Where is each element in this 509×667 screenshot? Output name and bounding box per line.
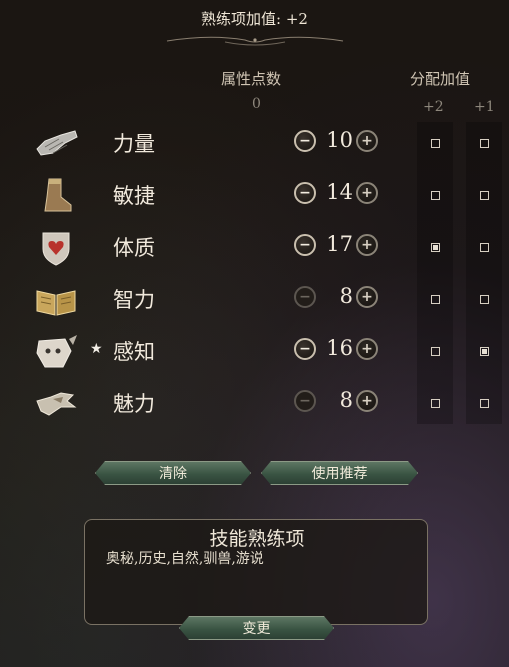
bonus-plus2-checkbox[interactable] xyxy=(431,191,440,200)
attribute-name: 感知 xyxy=(113,340,155,364)
attribute-name: 敏捷 xyxy=(113,184,155,208)
skill-proficiency-title: 技能熟练项 xyxy=(209,528,305,550)
decrease-button[interactable]: − xyxy=(294,390,316,412)
bonus-plus2-checkbox[interactable] xyxy=(431,243,440,252)
ornament-divider-icon xyxy=(166,36,344,46)
boot-icon xyxy=(44,178,72,212)
bonus-plus1-checkbox[interactable] xyxy=(480,191,489,200)
bonus-plus2-checkbox[interactable] xyxy=(431,399,440,408)
primary-attribute-star-icon: ★ xyxy=(90,341,103,357)
bonus-plus1-checkbox[interactable] xyxy=(480,399,489,408)
change-button[interactable]: 变更 xyxy=(179,616,334,640)
increase-button[interactable]: + xyxy=(356,390,378,412)
attribute-value: 17 xyxy=(326,232,353,256)
eye-mask-icon xyxy=(36,335,77,368)
bonus-plus1-checkbox[interactable] xyxy=(480,243,489,252)
attribute-value: 8 xyxy=(339,388,353,412)
attribute-points-value: 0 xyxy=(252,96,261,112)
decrease-button[interactable]: − xyxy=(294,286,316,308)
attribute-points-label: 属性点数 xyxy=(221,70,282,88)
bonus-plus1-checkbox[interactable] xyxy=(480,347,489,356)
bonus-plus2-column xyxy=(417,122,453,424)
increase-button[interactable]: + xyxy=(356,338,378,360)
bonus-plus2-header: +2 xyxy=(423,99,444,115)
increase-button[interactable]: + xyxy=(356,234,378,256)
clear-button[interactable]: 清除 xyxy=(95,461,251,485)
proficiency-bonus-title: 熟练项加值: +2 xyxy=(201,10,308,28)
bonus-plus1-checkbox[interactable] xyxy=(480,139,489,148)
attribute-row: ★ 感知 −16 + xyxy=(0,328,509,374)
increase-button[interactable]: + xyxy=(356,286,378,308)
attribute-value: 14 xyxy=(326,180,353,204)
bonus-plus1-checkbox[interactable] xyxy=(480,295,489,304)
bonus-plus2-checkbox[interactable] xyxy=(431,295,440,304)
skill-proficiency-panel: 技能熟练项 奥秘,历史,自然,驯兽,游说 xyxy=(84,519,428,625)
heart-shield-icon xyxy=(42,232,70,266)
skill-list: 奥秘,历史,自然,驯兽,游说 xyxy=(106,551,264,567)
increase-button[interactable]: + xyxy=(356,130,378,152)
bonus-plus1-column xyxy=(466,122,502,424)
attribute-row: 魅力 − 8 + xyxy=(0,380,509,426)
attribute-row: 智力 − 8 + xyxy=(0,276,509,322)
attribute-value: 8 xyxy=(339,284,353,308)
attribute-row: 体质 −17 + xyxy=(0,224,509,270)
bird-hand-icon xyxy=(36,392,77,416)
attribute-name: 体质 xyxy=(113,236,155,260)
attribute-name: 力量 xyxy=(113,132,155,156)
attribute-row: 敏捷 −14 + xyxy=(0,172,509,218)
open-book-icon xyxy=(36,290,76,316)
decrease-button[interactable]: − xyxy=(294,182,316,204)
attribute-row: 力量 −10 + xyxy=(0,120,509,166)
attribute-value: 16 xyxy=(326,336,353,360)
increase-button[interactable]: + xyxy=(356,182,378,204)
gauntlet-icon xyxy=(36,130,78,156)
attribute-value: 10 xyxy=(326,128,353,152)
bonus-plus2-checkbox[interactable] xyxy=(431,139,440,148)
bonus-allocation-label: 分配加值 xyxy=(410,70,471,88)
bonus-plus2-checkbox[interactable] xyxy=(431,347,440,356)
decrease-button[interactable]: − xyxy=(294,234,316,256)
decrease-button[interactable]: − xyxy=(294,338,316,360)
use-recommended-button[interactable]: 使用推荐 xyxy=(261,461,418,485)
attribute-name: 魅力 xyxy=(113,392,155,416)
decrease-button[interactable]: − xyxy=(294,130,316,152)
bonus-plus1-header: +1 xyxy=(474,99,495,115)
attribute-name: 智力 xyxy=(113,288,155,312)
